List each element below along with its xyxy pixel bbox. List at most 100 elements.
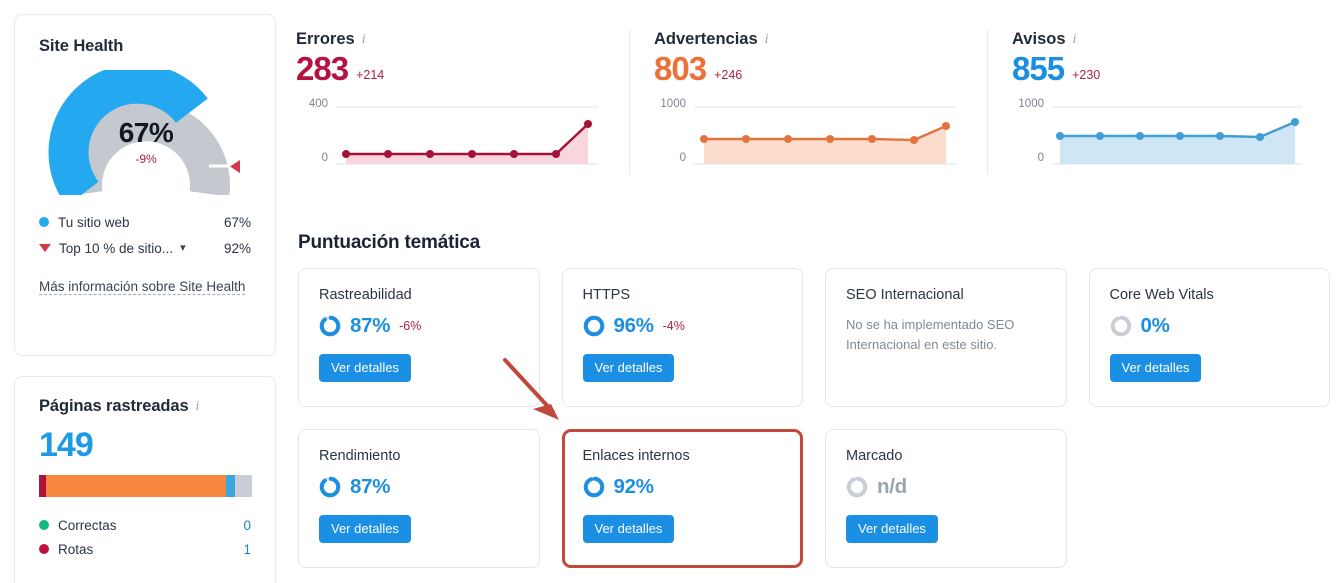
sparkline-errores: 400 0 — [296, 98, 629, 174]
stat-header: Advertencias i — [654, 30, 987, 49]
thematic-card-score-row: 87% — [319, 475, 519, 499]
sparkline-path — [346, 123, 589, 156]
bar-segment-bloqueadas — [46, 475, 226, 497]
sparkline-path — [704, 124, 947, 142]
stat-delta: +214 — [356, 67, 385, 82]
site-health-learn-more-link[interactable]: Más información sobre Site Health — [39, 277, 245, 297]
stat-panel-errores: Errores i 283 +214 400 0 — [296, 30, 629, 174]
stat-title: Advertencias — [654, 30, 758, 48]
thematic-card-https[interactable]: HTTPS 96% -4% Ver detalles — [561, 268, 803, 407]
bar-segment-otras — [234, 475, 252, 497]
thematic-card-enlaces-internos[interactable]: Enlaces internos 92% Ver detalles — [561, 429, 803, 568]
stat-value: 855 — [1012, 50, 1065, 87]
site-health-legend: Tu sitio web 67% Top 10 % de sitio... ▾ … — [39, 209, 251, 261]
thematic-card-score: 87% — [350, 314, 391, 337]
legend-item-correctas: Correctas 0 — [39, 513, 251, 537]
thematic-card-note: No se ha implementado SEO Internacional … — [846, 317, 1015, 353]
legend-item-top10[interactable]: Top 10 % de sitio... ▾ 92% — [39, 235, 251, 261]
view-details-button[interactable]: Ver detalles — [1109, 354, 1202, 382]
thematic-card-delta: -6% — [399, 319, 422, 333]
legend-label: Correctas — [58, 517, 117, 533]
pages-crawled-title: Páginas rastreadas — [39, 397, 189, 415]
site-health-title: Site Health — [39, 37, 124, 55]
legend-label: Rotas — [58, 541, 94, 557]
sparkline-points — [342, 119, 592, 158]
thematic-card-score-row: 92% — [583, 475, 783, 499]
info-icon[interactable]: i — [362, 32, 366, 47]
legend-item-your-site: Tu sitio web 67% — [39, 209, 251, 235]
stat-panel-advertencias: Advertencias i 803 +246 1000 0 — [629, 30, 987, 174]
view-details-button[interactable]: Ver detalles — [319, 354, 411, 382]
thematic-card-score: n/d — [877, 475, 907, 498]
stat-value-row: 803 +246 — [654, 50, 987, 88]
thematic-card-score-row: 0% — [1110, 314, 1310, 338]
thematic-card-title: Enlaces internos — [582, 448, 690, 464]
stat-title: Errores — [296, 30, 355, 48]
view-details-button[interactable]: Ver detalles — [582, 515, 675, 543]
thematic-card-title: Core Web Vitals — [1109, 287, 1214, 303]
legend-label: Tu sitio web — [58, 214, 130, 230]
thematic-card-title: Marcado — [846, 448, 903, 464]
legend-item-rotas: Rotas 1 — [39, 537, 251, 561]
axis-label-bottom: 0 — [679, 151, 686, 164]
stat-value: 283 — [296, 50, 349, 87]
score-ring-icon — [319, 476, 341, 498]
thematic-card-core-web-vitals[interactable]: Core Web Vitals 0% Ver detalles — [1088, 268, 1330, 407]
thematic-card-score: 0% — [1140, 314, 1170, 337]
chevron-down-icon[interactable]: ▾ — [180, 242, 186, 254]
legend-value: 92% — [223, 240, 251, 256]
thematic-card-seo-internacional[interactable]: SEO Internacional No se ha implementado … — [825, 268, 1067, 407]
legend-value: 0 — [243, 517, 251, 533]
thematic-card-score-row: 96% -4% — [583, 314, 783, 338]
thematic-card-title: Rastreabilidad — [319, 287, 412, 303]
thematic-card-rastreabilidad[interactable]: Rastreabilidad 87% -6% Ver detalles — [298, 268, 540, 407]
stat-value-row: 855 +230 — [1012, 50, 1336, 88]
score-ring-icon — [319, 315, 341, 337]
legend-dot-icon — [39, 520, 49, 530]
info-icon[interactable]: i — [196, 399, 200, 414]
thematic-score-title: Puntuación temática — [298, 232, 481, 253]
thematic-card-delta: -4% — [662, 319, 685, 333]
pages-crawled-header: Páginas rastreadas i — [39, 397, 251, 416]
axis-label-bottom: 0 — [321, 151, 328, 164]
score-ring-icon — [1110, 315, 1131, 337]
bar-segment-redirecciones — [226, 475, 235, 497]
stat-panel-avisos: Avisos i 855 +230 1000 0 — [987, 30, 1336, 174]
sparkline-area — [704, 125, 946, 164]
stat-header: Avisos i — [1012, 30, 1336, 49]
axis-label-top: 1000 — [660, 97, 686, 110]
thematic-score-grid: Rastreabilidad 87% -6% Ver detalles HTTP… — [298, 268, 1330, 568]
info-icon[interactable]: i — [1073, 32, 1077, 47]
pages-crawled-count: 149 — [39, 426, 94, 464]
stat-delta: +230 — [1072, 67, 1101, 82]
legend-dot-icon — [39, 217, 49, 227]
thematic-card-title: Rendimiento — [319, 448, 401, 464]
site-audit-overview-page: Site Health 67% -9% Tu sitio web 67% Top… — [0, 0, 1344, 583]
view-details-button[interactable]: Ver detalles — [846, 515, 938, 543]
thematic-card-marcado[interactable]: Marcado n/d Ver detalles — [825, 429, 1067, 568]
view-details-button[interactable]: Ver detalles — [582, 354, 675, 382]
info-icon[interactable]: i — [765, 32, 769, 47]
view-details-button[interactable]: Ver detalles — [319, 515, 411, 543]
thematic-card-score: 96% — [613, 314, 654, 337]
axis-label-bottom: 0 — [1037, 151, 1044, 164]
sparkline-avisos: 1000 0 — [1012, 98, 1336, 174]
left-column: Site Health 67% -9% Tu sitio web 67% Top… — [14, 14, 276, 583]
stat-value: 803 — [654, 50, 707, 87]
triangle-down-icon — [39, 244, 51, 252]
axis-label-top: 400 — [308, 97, 328, 110]
thematic-card-rendimiento[interactable]: Rendimiento 87% Ver detalles — [298, 429, 540, 568]
bar-segment-rotas — [39, 475, 47, 497]
pages-crawled-legend: Correctas 0 Rotas 1 — [39, 513, 251, 561]
pages-crawled-card: Páginas rastreadas i 149 Correctas 0 Rot… — [14, 376, 276, 583]
legend-value: 67% — [223, 214, 251, 230]
thematic-card-score-row: 87% -6% — [319, 314, 519, 338]
score-ring-icon — [846, 476, 868, 498]
thematic-card-score-row: n/d — [846, 475, 1046, 499]
stat-delta: +246 — [714, 67, 743, 82]
site-health-gauge: 67% -9% — [39, 70, 253, 195]
sparkline-advertencias: 1000 0 — [654, 98, 987, 174]
score-ring-icon — [583, 476, 604, 498]
pages-crawled-stacked-bar — [39, 475, 252, 497]
thematic-card-score: 87% — [350, 475, 391, 498]
